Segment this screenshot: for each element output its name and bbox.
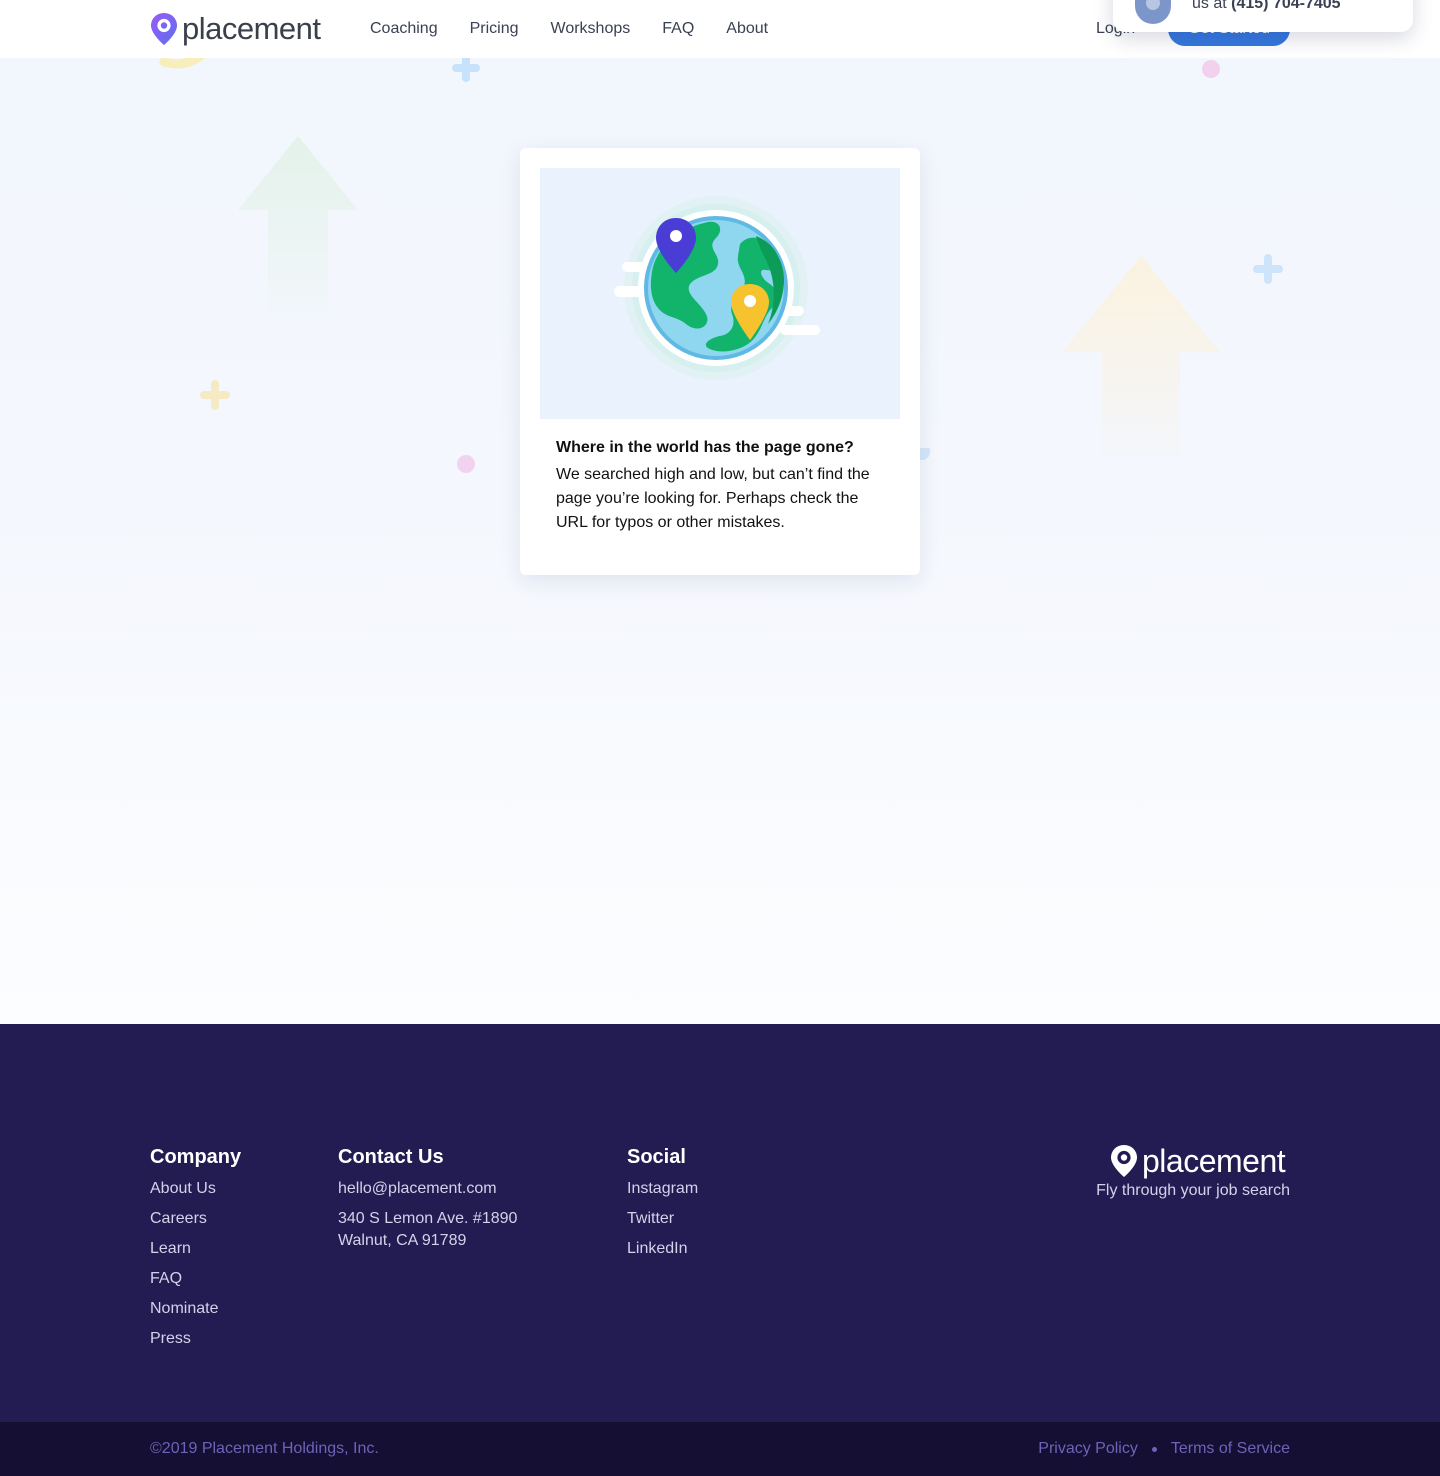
location-pin-logo-icon (1111, 1145, 1137, 1177)
main-nav: Coaching Pricing Workshops FAQ About (370, 19, 768, 39)
footer-social-heading: Social (627, 1146, 686, 1168)
footer-link-faq[interactable]: FAQ (150, 1268, 241, 1290)
error-title: Where in the world has the page gone? (556, 439, 854, 456)
terms-of-service-link[interactable]: Terms of Service (1171, 1439, 1290, 1459)
decorative-arrow-green (238, 136, 358, 311)
nav-workshops[interactable]: Workshops (551, 19, 631, 39)
footer-bottom-bar: ©2019 Placement Holdings, Inc. Privacy P… (0, 1422, 1440, 1476)
footer-address-line1: 340 S Lemon Ave. #1890 (338, 1210, 518, 1227)
footer-company-heading: Company (150, 1146, 242, 1168)
footer-address-line2: Walnut, CA 91789 (338, 1232, 467, 1249)
decorative-arc (159, 58, 206, 69)
decorative-dot (1202, 60, 1220, 78)
decorative-plus (452, 58, 480, 82)
footer-tagline: Fly through your job search (1096, 1182, 1290, 1199)
location-pin-logo-icon (151, 13, 177, 45)
popup-prefix: us at (1192, 0, 1227, 12)
footer-link-press[interactable]: Press (150, 1328, 241, 1350)
site-footer: Company About Us Careers Learn FAQ Nomin… (0, 1024, 1440, 1422)
decorative-plus (1253, 254, 1283, 284)
error-message: We searched high and low, but can’t find… (556, 466, 870, 531)
footer-link-learn[interactable]: Learn (150, 1238, 241, 1260)
decorative-arrow-yellow (1062, 256, 1220, 456)
call-us-popup[interactable]: us at (415) 704-7405 (1113, 0, 1413, 32)
privacy-policy-link[interactable]: Privacy Policy (1038, 1439, 1138, 1459)
footer-logo-wordmark: placement (1142, 1143, 1286, 1179)
placement-logo[interactable]: placement (150, 12, 321, 46)
agent-avatar (1135, 0, 1171, 24)
logo-wordmark: placement (182, 11, 321, 46)
footer-contact-heading: Contact Us (338, 1146, 444, 1168)
legal-links: Privacy Policy Terms of Service (1038, 1439, 1290, 1459)
footer-link-linkedin[interactable]: LinkedIn (627, 1238, 698, 1260)
footer-company-column: Company About Us Careers Learn FAQ Nomin… (150, 1145, 241, 1358)
footer-link-twitter[interactable]: Twitter (627, 1208, 698, 1230)
popup-phone-text: us at (415) 704-7405 (1192, 0, 1341, 14)
nav-faq[interactable]: FAQ (662, 19, 694, 39)
footer-link-instagram[interactable]: Instagram (627, 1178, 698, 1200)
separator-dot (1151, 1446, 1157, 1452)
nav-about[interactable]: About (726, 19, 768, 39)
footer-social-column: Social Instagram Twitter LinkedIn (627, 1145, 698, 1268)
globe-illustration (540, 168, 900, 419)
footer-link-careers[interactable]: Careers (150, 1208, 241, 1230)
not-found-card: Where in the world has the page gone? We… (520, 148, 920, 575)
footer-link-nominate[interactable]: Nominate (150, 1298, 241, 1320)
decorative-plus (200, 380, 230, 410)
footer-address: 340 S Lemon Ave. #1890 Walnut, CA 91789 (338, 1208, 517, 1252)
nav-coaching[interactable]: Coaching (370, 19, 438, 39)
popup-phone-number[interactable]: (415) 704-7405 (1231, 0, 1340, 12)
footer-email-link[interactable]: hello@placement.com (338, 1178, 517, 1200)
copyright-text: ©2019 Placement Holdings, Inc. (150, 1440, 379, 1457)
footer-link-about-us[interactable]: About Us (150, 1178, 241, 1200)
nav-pricing[interactable]: Pricing (470, 19, 519, 39)
decorative-dot (457, 455, 475, 473)
globe-with-pins-icon (614, 196, 820, 380)
footer-contact-column: Contact Us hello@placement.com 340 S Lem… (338, 1145, 517, 1260)
footer-logo[interactable]: placement (1110, 1143, 1286, 1179)
